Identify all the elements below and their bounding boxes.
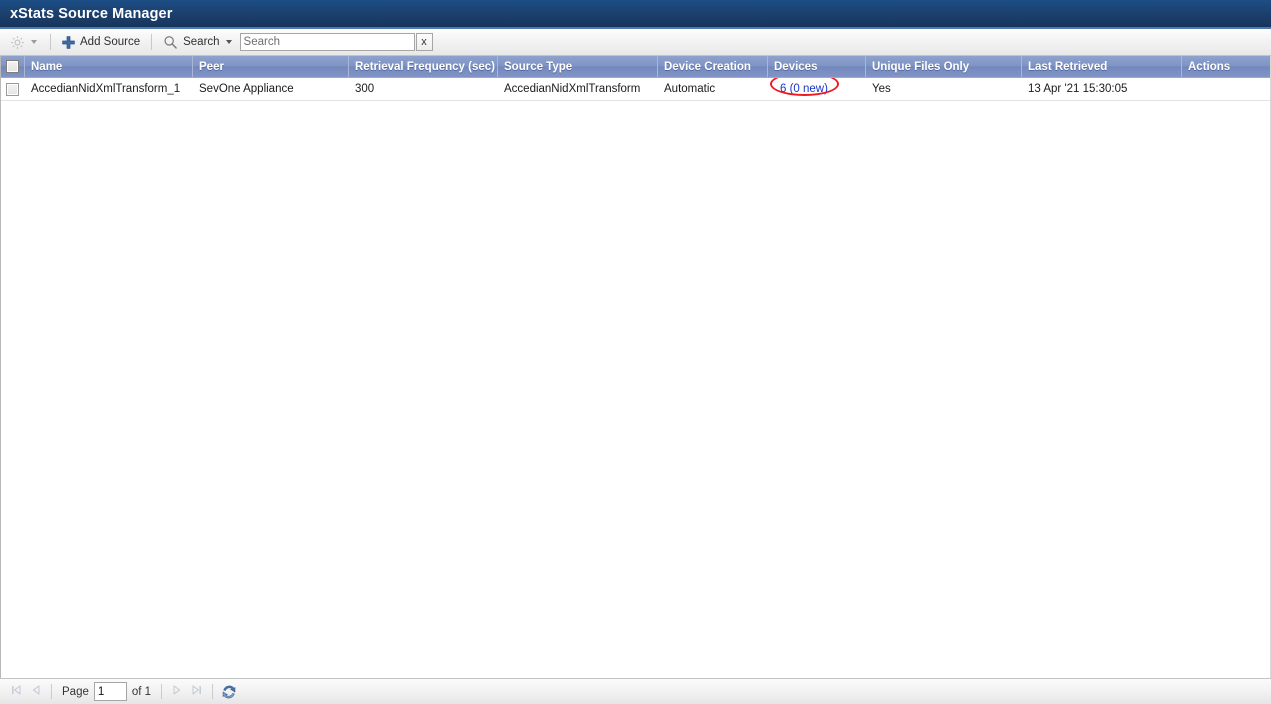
page-number-input[interactable]	[93, 682, 127, 701]
toolbar: Add Source Search x	[0, 29, 1271, 56]
row-select-cell[interactable]	[1, 78, 25, 100]
pagination-bar: Page of 1	[0, 678, 1271, 704]
settings-menu-button[interactable]	[6, 32, 43, 53]
last-page-icon	[191, 684, 203, 699]
last-page-button[interactable]	[187, 682, 207, 702]
pager-divider-1	[51, 684, 52, 699]
add-source-button[interactable]: Add Source	[58, 32, 144, 53]
previous-page-icon	[30, 684, 42, 699]
xstats-source-manager-window: xStats Source Manager Add Source Search …	[0, 0, 1271, 704]
table-row[interactable]: AccedianNidXmlTransform_1 SevOne Applian…	[1, 78, 1270, 101]
page-label: Page	[62, 685, 89, 698]
column-header-select-all[interactable]	[1, 56, 25, 77]
source-grid: Name Peer Retrieval Frequency (sec) Sour…	[0, 56, 1271, 678]
cell-actions[interactable]	[1182, 78, 1270, 100]
search-menu-label: Search	[183, 36, 220, 48]
column-header-device-creation[interactable]: Device Creation	[658, 56, 768, 77]
chevron-down-icon	[225, 40, 232, 44]
column-header-name[interactable]: Name	[25, 56, 193, 77]
previous-page-button[interactable]	[26, 682, 46, 702]
add-source-label: Add Source	[80, 36, 141, 48]
pager-divider-3	[212, 684, 214, 699]
search-field-group: x	[239, 33, 433, 51]
magnifier-icon	[163, 35, 178, 50]
window-title: xStats Source Manager	[10, 5, 173, 22]
search-menu-button[interactable]: Search	[159, 32, 237, 53]
cell-retrieval-frequency: 300	[355, 83, 375, 95]
cell-name: AccedianNidXmlTransform_1	[31, 83, 181, 95]
column-header-peer[interactable]: Peer	[193, 56, 349, 77]
plus-icon	[62, 35, 75, 49]
cell-peer: SevOne Appliance	[199, 83, 294, 95]
next-page-icon	[171, 684, 183, 699]
first-page-button[interactable]	[6, 682, 26, 702]
cell-unique-files-only: Yes	[872, 83, 891, 95]
devices-link[interactable]: 6 (0 new)	[780, 83, 828, 95]
refresh-icon	[221, 684, 237, 700]
chevron-down-icon	[31, 40, 37, 44]
grid-empty-area	[1, 101, 1270, 678]
cell-devices[interactable]: 6 (0 new)	[768, 78, 866, 100]
total-pages-label: of 1	[131, 685, 152, 698]
search-clear-button[interactable]: x	[415, 33, 433, 51]
row-checkbox[interactable]	[6, 82, 19, 96]
refresh-button[interactable]	[219, 682, 239, 702]
select-all-checkbox[interactable]	[6, 60, 19, 73]
cell-source-type: AccedianNidXmlTransform	[504, 83, 641, 95]
column-header-source-type[interactable]: Source Type	[498, 56, 658, 77]
column-header-unique-files-only[interactable]: Unique Files Only	[866, 56, 1022, 77]
cell-device-creation: Automatic	[664, 83, 716, 95]
next-page-button[interactable]	[167, 682, 187, 702]
toolbar-divider-2	[151, 34, 153, 50]
column-header-actions[interactable]: Actions	[1182, 56, 1270, 77]
pager-divider-2	[161, 684, 163, 699]
grid-header-row: Name Peer Retrieval Frequency (sec) Sour…	[1, 56, 1270, 78]
gear-icon	[10, 35, 25, 50]
cell-last-retrieved: 13 Apr '21 15:30:05	[1028, 83, 1128, 95]
search-input[interactable]	[239, 33, 415, 51]
window-titlebar: xStats Source Manager	[0, 0, 1271, 29]
column-header-last-retrieved[interactable]: Last Retrieved	[1022, 56, 1182, 77]
toolbar-divider-1	[50, 34, 51, 50]
column-header-retrieval-frequency[interactable]: Retrieval Frequency (sec)	[349, 56, 498, 77]
column-header-devices[interactable]: Devices	[768, 56, 866, 77]
first-page-icon	[10, 684, 22, 699]
